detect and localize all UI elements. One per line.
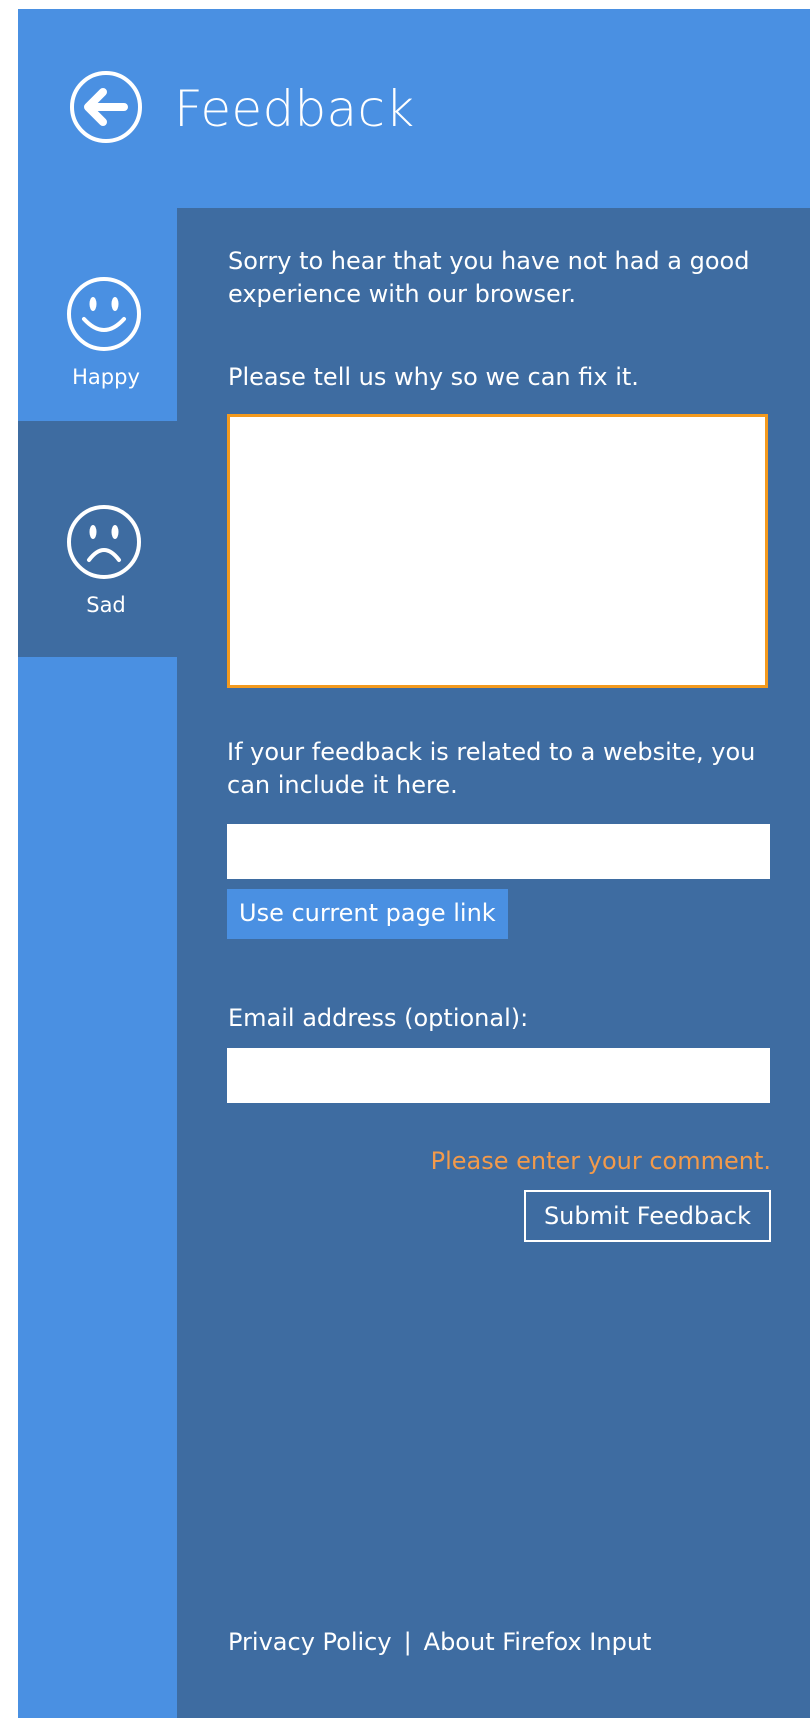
sad-face-icon bbox=[67, 505, 141, 579]
tab-sad-label: Sad bbox=[86, 593, 126, 617]
submit-feedback-button[interactable]: Submit Feedback bbox=[523, 1190, 771, 1242]
intro-text: Sorry to hear that you have not had a go… bbox=[228, 247, 750, 308]
comment-textarea[interactable] bbox=[227, 414, 768, 688]
email-label: Email address (optional): bbox=[228, 1004, 529, 1032]
tab-happy[interactable]: Happy bbox=[18, 208, 177, 421]
footer-separator: | bbox=[403, 1628, 412, 1656]
tab-sad[interactable]: Sad bbox=[18, 421, 177, 657]
use-current-page-link-button[interactable]: Use current page link bbox=[227, 889, 508, 939]
back-arrow-icon bbox=[70, 71, 142, 143]
about-firefox-input-link[interactable]: About Firefox Input bbox=[424, 1628, 652, 1656]
email-input[interactable] bbox=[227, 1048, 770, 1103]
ask-text: Please tell us why so we can fix it. bbox=[228, 363, 639, 391]
website-label: If your feedback is related to a website… bbox=[227, 738, 756, 799]
tab-happy-label: Happy bbox=[72, 365, 140, 389]
error-message: Please enter your comment. bbox=[430, 1147, 771, 1175]
privacy-policy-link[interactable]: Privacy Policy bbox=[228, 1628, 392, 1656]
app-window: Feedback Happy Sad Sorry to hear that yo… bbox=[18, 9, 810, 1718]
happy-face-icon bbox=[67, 277, 141, 351]
footer: Privacy Policy | About Firefox Input bbox=[228, 1626, 651, 1659]
header: Feedback bbox=[18, 9, 810, 208]
back-button[interactable] bbox=[68, 69, 144, 145]
page-title: Feedback bbox=[174, 80, 415, 138]
website-url-input[interactable] bbox=[227, 824, 770, 879]
feedback-panel: Sorry to hear that you have not had a go… bbox=[177, 208, 810, 1718]
